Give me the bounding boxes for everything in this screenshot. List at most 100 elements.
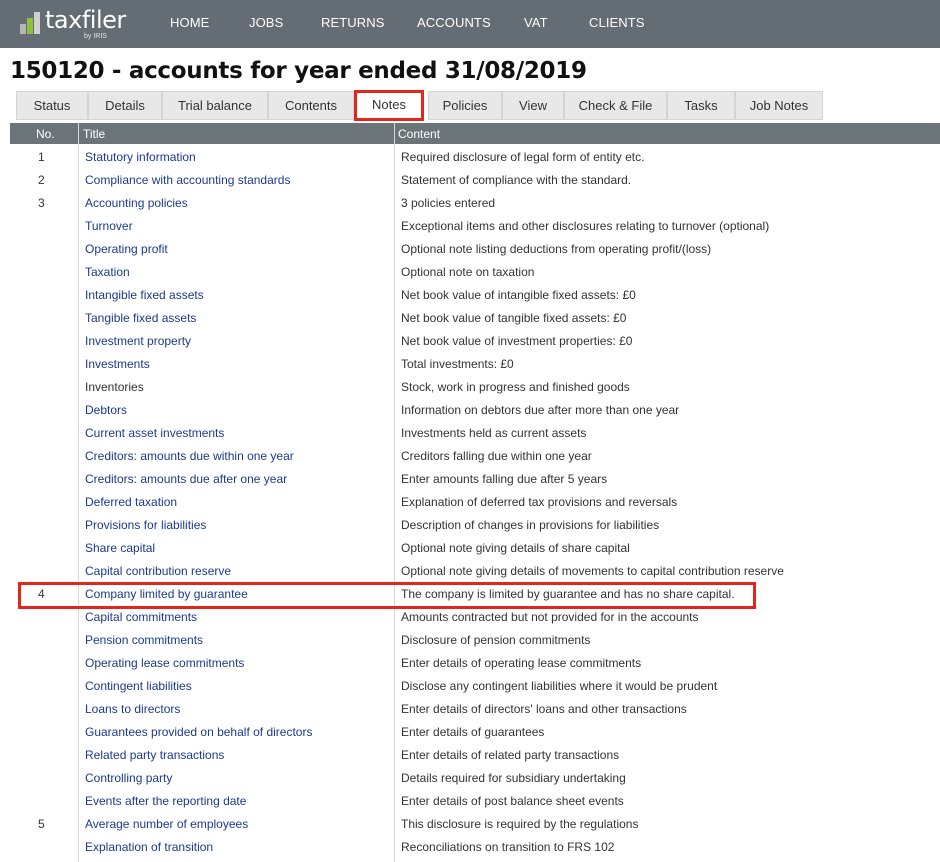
note-content: Optional note listing deductions from op…	[401, 242, 712, 256]
note-content: Details required for subsidiary undertak…	[401, 771, 626, 785]
table-row[interactable]: Pension commitments Disclosure of pension…	[10, 629, 940, 652]
note-title-link[interactable]: Turnover	[85, 219, 133, 233]
table-row[interactable]: Taxation Optional note on taxation	[10, 261, 940, 284]
table-row[interactable]: Investment property Net book value of inv…	[10, 330, 940, 353]
note-content: Enter details of directors' loans and ot…	[401, 702, 687, 716]
nav-vat[interactable]: VAT	[524, 15, 548, 30]
table-row[interactable]: Explanation of transition Reconciliations…	[10, 836, 940, 859]
table-row[interactable]: Investments Total investments: £0	[10, 353, 940, 376]
table-row[interactable]: Related party transactions Enter details …	[10, 744, 940, 767]
note-content: Enter details of related party transacti…	[401, 748, 620, 762]
nav-home[interactable]: HOME	[170, 15, 209, 30]
note-title-link[interactable]: Provisions for liabilities	[85, 518, 206, 532]
note-title-link[interactable]: Contingent liabilities	[85, 679, 192, 693]
note-content: Net book value of intangible fixed asset…	[401, 288, 636, 302]
note-content: Optional note giving details of movement…	[401, 564, 784, 578]
note-content: Description of changes in provisions for…	[401, 518, 660, 532]
taxfiler-logo[interactable]: taxfiler by IRIS	[18, 6, 138, 42]
note-title-link[interactable]: Inventories	[85, 380, 144, 394]
tab-job-notes[interactable]: Job Notes	[735, 91, 823, 120]
note-title-link[interactable]: Controlling party	[85, 771, 172, 785]
note-title-link[interactable]: Accounting policies	[85, 196, 188, 210]
table-row[interactable]: Tangible fixed assets Net book value of t…	[10, 307, 940, 330]
table-row[interactable]: Debtors Information on debtors due after …	[10, 399, 940, 422]
note-title-link[interactable]: Share capital	[85, 541, 155, 555]
note-content: Reconciliations on transition to FRS 102	[401, 840, 615, 854]
tab-details[interactable]: Details	[88, 91, 162, 120]
tab-trial-balance[interactable]: Trial balance	[162, 91, 268, 120]
note-title-link[interactable]: Statutory information	[85, 150, 196, 164]
nav-returns[interactable]: RETURNS	[321, 15, 385, 30]
table-row[interactable]: Share capital Optional note giving detail…	[10, 537, 940, 560]
tab-tasks[interactable]: Tasks	[667, 91, 735, 120]
note-content: Explanation of deferred tax provisions a…	[401, 495, 678, 509]
table-row[interactable]: Creditors: amounts due after one year Ent…	[10, 468, 940, 491]
table-row[interactable]: Capital contribution reserve Optional not…	[10, 560, 940, 583]
table-row[interactable]: Inventories Stock, work in progress and f…	[10, 376, 940, 399]
note-title-link[interactable]: Investment property	[85, 334, 191, 348]
page-title: 150120 - accounts for year ended 31/08/2…	[10, 58, 587, 84]
table-row[interactable]: 3 Accounting policies 3 policies entered	[10, 192, 940, 215]
note-content: Net book value of investment properties:…	[401, 334, 633, 348]
note-title-link[interactable]: Tangible fixed assets	[85, 311, 196, 325]
note-content: Enter details of operating lease commitm…	[401, 656, 642, 670]
note-content: This disclosure is required by the regul…	[401, 817, 639, 831]
table-row[interactable]: Events after the reporting date Enter det…	[10, 790, 940, 813]
note-content: Disclose any contingent liabilities wher…	[401, 679, 718, 693]
top-navigation-bar: taxfiler by IRIS HOME JOBS RETURNS ACCOU…	[0, 0, 940, 48]
table-row[interactable]: Intangible fixed assets Net book value of…	[10, 284, 940, 307]
tab-check-file[interactable]: Check & File	[564, 91, 667, 120]
note-title-link[interactable]: Guarantees provided on behalf of directo…	[85, 725, 312, 739]
note-title-link[interactable]: Pension commitments	[85, 633, 203, 647]
note-title-link[interactable]: Intangible fixed assets	[85, 288, 204, 302]
table-row[interactable]: Provisions for liabilities Description of…	[10, 514, 940, 537]
note-title-link[interactable]: Creditors: amounts due within one year	[85, 449, 294, 463]
note-title-link[interactable]: Loans to directors	[85, 702, 180, 716]
note-title-link[interactable]: Deferred taxation	[85, 495, 177, 509]
tab-policies[interactable]: Policies	[428, 91, 502, 120]
table-row[interactable]: 5 Average number of employees This disclos…	[10, 813, 940, 836]
table-row[interactable]: Capital commitments Amounts contracted bu…	[10, 606, 940, 629]
note-title-link[interactable]: Operating profit	[85, 242, 168, 256]
note-content: Amounts contracted but not provided for …	[401, 610, 699, 624]
note-content: Information on debtors due after more th…	[401, 403, 680, 417]
table-row[interactable]: Deferred taxation Explanation of deferred…	[10, 491, 940, 514]
note-title-link[interactable]: Debtors	[85, 403, 127, 417]
table-row[interactable]: Creditors: amounts due within one year Cr…	[10, 445, 940, 468]
tab-view[interactable]: View	[502, 91, 564, 120]
note-title-link[interactable]: Creditors: amounts due after one year	[85, 472, 287, 486]
nav-clients[interactable]: CLIENTS	[589, 15, 645, 30]
table-row[interactable]: Operating lease commitments Enter details…	[10, 652, 940, 675]
table-row[interactable]: Operating profit Optional note listing de…	[10, 238, 940, 261]
note-title-link[interactable]: Investments	[85, 357, 150, 371]
note-title-link[interactable]: Capital commitments	[85, 610, 197, 624]
note-title-link[interactable]: Related party transactions	[85, 748, 224, 762]
nav-accounts[interactable]: ACCOUNTS	[417, 15, 491, 30]
note-content: Stock, work in progress and finished goo…	[401, 380, 630, 394]
note-title-link[interactable]: Taxation	[85, 265, 130, 279]
tab-contents[interactable]: Contents	[268, 91, 354, 120]
note-title-link[interactable]: Compliance with accounting standards	[85, 173, 290, 187]
table-row[interactable]: 1 Statutory information Required disclosur…	[10, 146, 940, 169]
note-content: Enter details of guarantees	[401, 725, 545, 739]
note-title-link[interactable]: Explanation of transition	[85, 840, 213, 854]
logo-subtext: by IRIS	[84, 33, 107, 40]
table-row[interactable]: Loans to directors Enter details of direc…	[10, 698, 940, 721]
note-content: Optional note giving details of share ca…	[401, 541, 630, 555]
note-title-link[interactable]: Events after the reporting date	[85, 794, 246, 808]
note-title-link[interactable]: Current asset investments	[85, 426, 224, 440]
tab-status[interactable]: Status	[16, 91, 88, 120]
tab-notes[interactable]: Notes	[354, 90, 424, 121]
logo-text: taxfiler	[45, 6, 126, 34]
note-title-link[interactable]: Operating lease commitments	[85, 656, 244, 670]
note-number: 1	[38, 150, 45, 164]
note-title-link[interactable]: Average number of employees	[85, 817, 248, 831]
table-row[interactable]: Guarantees provided on behalf of directo…	[10, 721, 940, 744]
note-title-link[interactable]: Capital contribution reserve	[85, 564, 231, 578]
table-row[interactable]: Turnover Exceptional items and other disc…	[10, 215, 940, 238]
table-row[interactable]: Contingent liabilities Disclose any conti…	[10, 675, 940, 698]
table-row[interactable]: Current asset investments Investments hel…	[10, 422, 940, 445]
table-row[interactable]: 2 Compliance with accounting standards Sta…	[10, 169, 940, 192]
table-row[interactable]: Controlling party Details required for su…	[10, 767, 940, 790]
nav-jobs[interactable]: JOBS	[249, 15, 283, 30]
